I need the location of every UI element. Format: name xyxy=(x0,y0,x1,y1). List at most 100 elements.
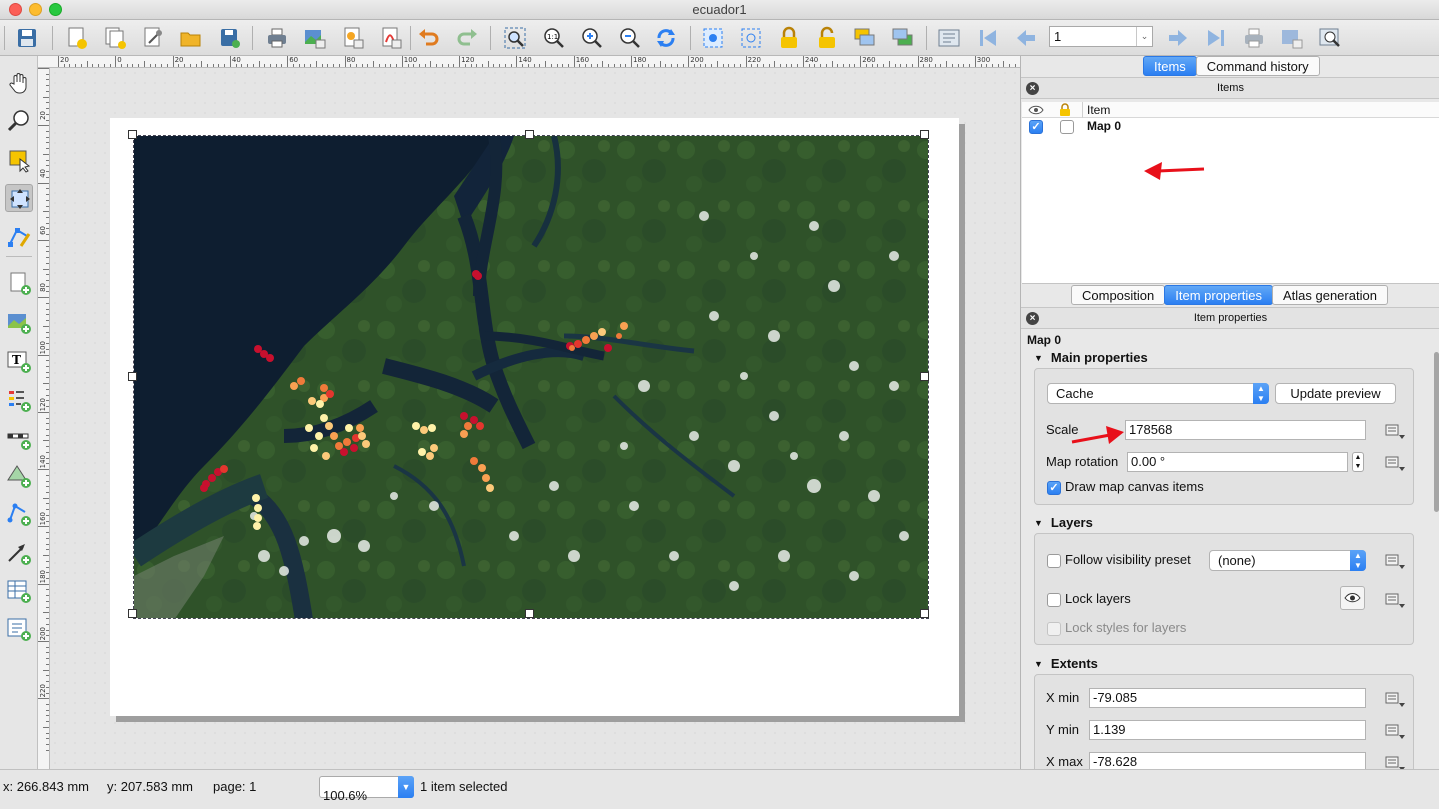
xmax-input[interactable]: -78.628 xyxy=(1089,752,1366,769)
tab-item-properties[interactable]: Item properties xyxy=(1164,285,1273,305)
close-icon[interactable]: × xyxy=(1026,82,1039,95)
zoom-out-icon[interactable] xyxy=(616,25,642,51)
scrollbar-thumb[interactable] xyxy=(1434,352,1439,512)
tab-atlas-generation[interactable]: Atlas generation xyxy=(1271,285,1388,305)
print-icon[interactable] xyxy=(264,25,290,51)
visibility-preset-select[interactable]: (none) ▲ ▼ xyxy=(1209,550,1366,571)
unlock-icon[interactable] xyxy=(814,25,840,51)
export-svg-icon[interactable] xyxy=(340,25,366,51)
add-label-icon[interactable]: T xyxy=(5,347,33,375)
save-icon[interactable] xyxy=(14,25,40,51)
zoom-full-icon[interactable] xyxy=(502,25,528,51)
item-visible-checkbox[interactable]: ✓ xyxy=(1029,120,1043,134)
main-properties-header[interactable]: Main properties xyxy=(1034,350,1148,365)
add-image-icon[interactable] xyxy=(5,308,33,336)
ymin-input[interactable]: 1.139 xyxy=(1089,720,1366,740)
item-name[interactable]: Map 0 xyxy=(1087,119,1121,133)
extents-header[interactable]: Extents xyxy=(1034,656,1098,671)
duplicate-composition-icon[interactable] xyxy=(103,25,129,51)
layer-visibility-button[interactable] xyxy=(1340,586,1365,610)
raise-items-icon[interactable] xyxy=(852,25,878,51)
atlas-preview-icon[interactable] xyxy=(936,25,962,51)
add-table-icon[interactable] xyxy=(5,577,33,605)
resize-handle[interactable] xyxy=(128,130,137,139)
follow-preset-checkbox[interactable] xyxy=(1047,554,1061,568)
resize-handle[interactable] xyxy=(920,130,929,139)
map-rotation-input[interactable]: 0.00 ° xyxy=(1127,452,1348,472)
close-icon[interactable]: × xyxy=(1026,312,1039,325)
layers-header[interactable]: Layers xyxy=(1034,515,1093,530)
atlas-settings-icon[interactable] xyxy=(1317,25,1343,51)
export-pdf-icon[interactable] xyxy=(378,25,404,51)
tab-composition[interactable]: Composition xyxy=(1071,285,1166,305)
add-html-icon[interactable] xyxy=(5,615,33,643)
pan-icon[interactable] xyxy=(5,68,33,96)
add-legend-icon[interactable] xyxy=(5,386,33,414)
close-window-button[interactable] xyxy=(9,3,22,16)
minimize-window-button[interactable] xyxy=(29,3,42,16)
data-defined-override-icon[interactable] xyxy=(1383,453,1407,473)
open-template-icon[interactable] xyxy=(178,25,204,51)
draw-canvas-items-checkbox[interactable]: ✓ xyxy=(1047,481,1061,495)
tab-items[interactable]: Items xyxy=(1143,56,1197,76)
zoom-in-icon[interactable] xyxy=(578,25,604,51)
first-feature-icon[interactable] xyxy=(975,25,1001,51)
update-preview-button[interactable]: Update preview xyxy=(1275,383,1396,404)
lock-layers-checkbox[interactable] xyxy=(1047,593,1061,607)
data-defined-override-icon[interactable] xyxy=(1383,590,1407,610)
resize-handle[interactable] xyxy=(525,609,534,618)
save-template-icon[interactable] xyxy=(217,25,243,51)
data-defined-override-icon[interactable] xyxy=(1383,721,1407,741)
redo-icon[interactable] xyxy=(454,25,480,51)
lock-icon[interactable] xyxy=(776,25,802,51)
cache-mode-select[interactable]: Cache ▲ ▼ xyxy=(1047,383,1269,404)
zoom-window-button[interactable] xyxy=(49,3,62,16)
ruler-minor-tick xyxy=(98,64,100,67)
xmin-input[interactable]: -79.085 xyxy=(1089,688,1366,708)
page-spin-arrow[interactable]: ⌄ xyxy=(1136,27,1152,46)
properties-scrollbar[interactable] xyxy=(1433,350,1439,550)
resize-handle[interactable] xyxy=(920,609,929,618)
undo-icon[interactable] xyxy=(416,25,442,51)
data-defined-override-icon[interactable] xyxy=(1383,689,1407,709)
data-defined-override-icon[interactable] xyxy=(1383,551,1407,571)
rotation-spin-arrows[interactable]: ▲ ▼ xyxy=(1352,452,1364,472)
resize-handle[interactable] xyxy=(128,372,137,381)
refresh-icon[interactable] xyxy=(653,25,679,51)
atlas-page-spinbox[interactable]: 1 ⌄ xyxy=(1049,26,1153,47)
last-feature-icon[interactable] xyxy=(1203,25,1229,51)
atlas-print-icon[interactable] xyxy=(1241,25,1267,51)
composition-manager-icon[interactable] xyxy=(140,25,166,51)
list-item[interactable]: ✓ Map 0 xyxy=(1022,118,1439,136)
map-item[interactable] xyxy=(133,135,929,619)
lock-styles-checkbox[interactable] xyxy=(1047,622,1061,636)
add-scalebar-icon[interactable] xyxy=(5,424,33,452)
scale-input[interactable]: 178568 xyxy=(1125,420,1366,440)
lower-items-icon[interactable] xyxy=(890,25,916,51)
atlas-export-icon[interactable] xyxy=(1279,25,1305,51)
data-defined-override-icon[interactable] xyxy=(1383,421,1407,441)
add-shape-icon[interactable] xyxy=(5,462,33,490)
edit-nodes-icon[interactable] xyxy=(5,222,33,250)
move-content-icon[interactable] xyxy=(5,184,33,212)
deselect-icon[interactable] xyxy=(738,25,764,51)
resize-handle[interactable] xyxy=(128,609,137,618)
add-arrow-icon[interactable] xyxy=(5,539,33,567)
data-defined-override-icon[interactable] xyxy=(1383,753,1407,769)
new-composition-icon[interactable] xyxy=(64,25,90,51)
composer-canvas[interactable] xyxy=(50,68,1020,769)
zoom-level-select[interactable]: 100.6% ▼ xyxy=(319,776,414,803)
previous-feature-icon[interactable] xyxy=(1013,25,1039,51)
tab-command-history[interactable]: Command history xyxy=(1195,56,1320,76)
zoom-tool-icon[interactable] xyxy=(5,107,33,135)
resize-handle[interactable] xyxy=(920,372,929,381)
next-feature-icon[interactable] xyxy=(1165,25,1191,51)
export-image-icon[interactable] xyxy=(302,25,328,51)
resize-handle[interactable] xyxy=(525,130,534,139)
zoom-actual-icon[interactable]: 1:1 xyxy=(540,25,566,51)
item-lock-checkbox[interactable] xyxy=(1060,120,1074,134)
select-all-icon[interactable] xyxy=(700,25,726,51)
add-map-icon[interactable] xyxy=(5,269,33,297)
add-nodes-icon[interactable] xyxy=(5,500,33,528)
select-move-icon[interactable] xyxy=(5,146,33,174)
